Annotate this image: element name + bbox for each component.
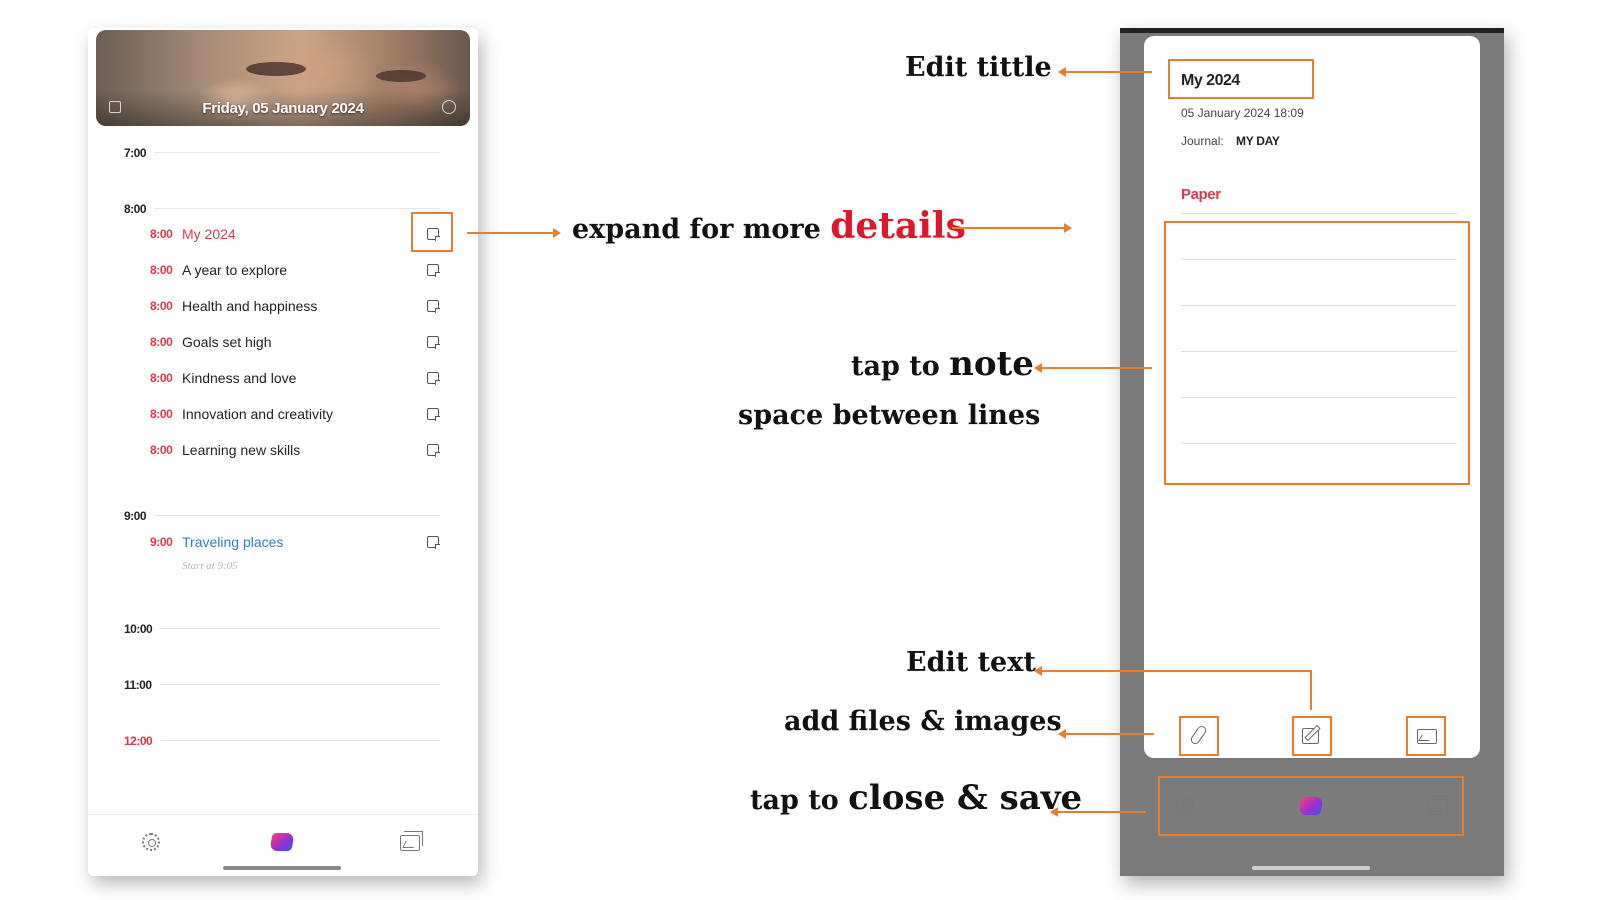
hour-label-12: 12:00 <box>124 734 153 748</box>
image-icon <box>1417 729 1437 744</box>
entry-title[interactable]: My 2024 <box>1181 72 1240 90</box>
annotation-text: expand for more <box>572 214 821 245</box>
event-time: 8:00 <box>150 335 173 349</box>
event-title[interactable]: Goals set high <box>182 334 272 350</box>
status-bar <box>1120 28 1504 33</box>
event-time: 8:00 <box>150 263 173 277</box>
paper-line <box>1181 351 1457 352</box>
paper-line <box>1181 259 1457 260</box>
event-subtitle: Start at 9:05 <box>182 560 238 572</box>
expand-highlight-box <box>411 212 453 252</box>
gallery-icon[interactable] <box>1428 795 1451 815</box>
arrow-expand-out <box>952 223 1072 233</box>
hour-label-11: 11:00 <box>124 678 152 692</box>
arrow-close-save <box>1050 807 1146 817</box>
hour-label-7: 7:00 <box>124 146 147 160</box>
arrow-tap-note <box>1034 363 1152 373</box>
header-photo: Friday, 05 January 2024 <box>96 30 470 126</box>
paperclip-icon <box>1189 724 1208 746</box>
hour-label-10: 10:00 <box>124 622 153 636</box>
annotation-text: tap to <box>851 351 940 382</box>
entry-card: My 2024 05 January 2024 18:09 Journal: M… <box>1144 36 1480 758</box>
event-title[interactable]: Traveling places <box>182 534 283 550</box>
expand-note-icon[interactable] <box>427 300 440 313</box>
note-area[interactable] <box>1164 221 1470 485</box>
arrow-edit-title <box>1058 67 1152 77</box>
home-indicator <box>1252 866 1370 870</box>
expand-note-icon[interactable] <box>427 408 440 421</box>
hour-divider <box>160 684 440 685</box>
annotation-emphasis: note <box>949 344 1034 384</box>
edit-text-button[interactable] <box>1292 716 1332 756</box>
gear-icon[interactable] <box>142 833 160 851</box>
entry-detail-screen: My 2024 05 January 2024 18:09 Journal: M… <box>1120 28 1504 876</box>
event-title[interactable]: Kindness and love <box>182 370 296 386</box>
event-title[interactable]: Innovation and creativity <box>182 406 333 422</box>
annotation-emphasis: close & save <box>848 778 1083 818</box>
annotation-edit-text: Edit text <box>906 647 1036 678</box>
annotation-space-lines: space between lines <box>738 400 1041 431</box>
event-title[interactable]: A year to explore <box>182 262 287 278</box>
annotation-emphasis: details <box>830 205 966 247</box>
expand-note-icon[interactable] <box>427 264 440 277</box>
event-time: 8:00 <box>150 407 173 421</box>
hour-divider <box>154 515 440 516</box>
hour-divider <box>154 208 440 209</box>
home-indicator <box>223 866 341 870</box>
arrow-edit-text <box>1034 666 1312 676</box>
annotation-edit-title: Edit tittle <box>905 52 1052 83</box>
expand-note-icon[interactable] <box>427 536 440 549</box>
hour-label-9: 9:00 <box>124 509 147 523</box>
expand-note-icon[interactable] <box>427 444 440 457</box>
annotation-tap-note: tap to note <box>851 344 1034 384</box>
event-time: 8:00 <box>150 371 173 385</box>
gallery-icon[interactable] <box>400 831 423 851</box>
paper-rule <box>1181 213 1457 214</box>
paper-label: Paper <box>1181 186 1221 203</box>
attach-button[interactable] <box>1179 716 1219 756</box>
header-date: Friday, 05 January 2024 <box>202 100 364 117</box>
arrow-expand-in <box>467 228 561 238</box>
annotation-expand: expand for more details <box>572 205 966 247</box>
add-image-button[interactable] <box>1406 716 1446 756</box>
paper-line <box>1181 305 1457 306</box>
journal-label: Journal: <box>1181 134 1224 148</box>
app-logo-icon[interactable] <box>269 833 295 851</box>
hour-label-8: 8:00 <box>124 202 147 216</box>
entry-date: 05 January 2024 18:09 <box>1181 106 1304 120</box>
expand-note-icon[interactable] <box>427 372 440 385</box>
hour-divider <box>160 628 440 629</box>
bottom-nav <box>88 814 478 876</box>
close-save-bar[interactable] <box>1158 776 1464 836</box>
event-time: 8:00 <box>150 443 173 457</box>
annotation-text: tap to <box>750 785 839 816</box>
arrow-add-files <box>1058 729 1154 739</box>
annotation-text: Edit tittle <box>905 52 1052 83</box>
journal-value[interactable]: MY DAY <box>1236 134 1280 148</box>
palette-icon[interactable] <box>442 100 456 114</box>
paper-line <box>1181 397 1457 398</box>
event-title[interactable]: Learning new skills <box>182 442 300 458</box>
arrow-edit-text-riser <box>1310 670 1312 710</box>
day-view-screen: Friday, 05 January 2024 7:00 8:00 8:00 M… <box>88 28 478 876</box>
hour-divider <box>160 740 440 741</box>
hour-divider <box>154 152 440 153</box>
app-logo-icon[interactable] <box>1298 797 1324 815</box>
event-title[interactable]: My 2024 <box>182 226 236 242</box>
event-title[interactable]: Health and happiness <box>182 298 317 314</box>
expand-note-icon[interactable] <box>427 336 440 349</box>
event-time: 8:00 <box>150 299 173 313</box>
paper-line <box>1181 443 1457 444</box>
event-time: 8:00 <box>150 227 173 241</box>
annotation-close-save: tap to close & save <box>750 778 1082 818</box>
gear-icon[interactable] <box>1176 797 1194 815</box>
event-time: 9:00 <box>150 535 173 549</box>
annotation-add-files: add files & images <box>784 706 1062 737</box>
